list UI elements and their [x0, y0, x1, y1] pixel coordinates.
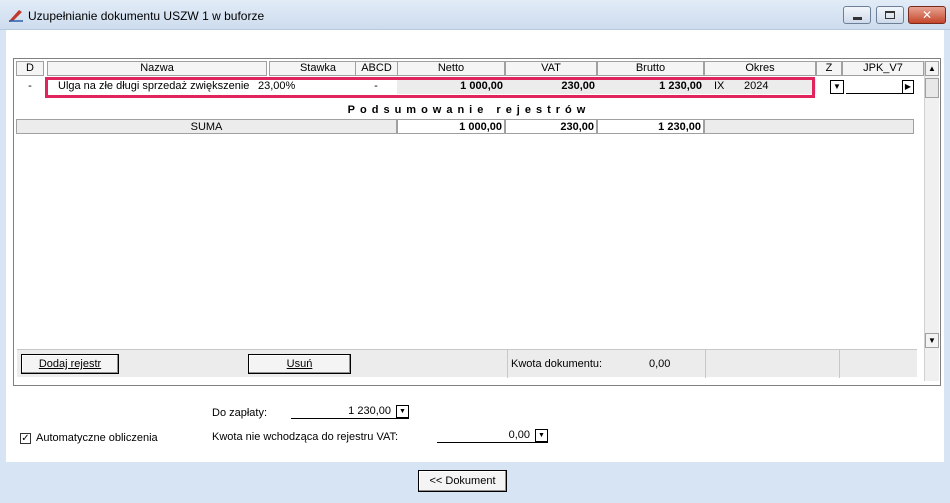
remove-label: Usuń	[286, 358, 313, 370]
chevron-down-icon: ▼	[833, 82, 841, 91]
do-zaplaty-field[interactable]: 1 230,00 ▼	[291, 405, 409, 419]
cell-d[interactable]: -	[16, 79, 44, 94]
summary-empty-cell	[704, 119, 914, 134]
row-highlight-box	[45, 77, 815, 98]
arrow-up-icon: ▲	[928, 64, 936, 73]
app-pen-icon	[9, 10, 23, 22]
kwota-nie-wchodzaca-label: Kwota nie wchodząca do rejestru VAT:	[212, 431, 399, 443]
minimize-button[interactable]	[843, 6, 871, 24]
dokument-button[interactable]: << Dokument	[418, 470, 507, 492]
divider	[839, 350, 840, 378]
header-okres[interactable]: Okres	[704, 61, 816, 76]
header-stawka[interactable]: Stawka	[269, 61, 367, 76]
auto-calc-checkbox[interactable]: ✓	[20, 433, 31, 444]
window-client-area: D Nazwa Stawka ABCD Netto VAT Brutto Okr…	[6, 30, 944, 497]
cell-jpk-v7[interactable]	[846, 79, 902, 94]
summary-title: Podsumowanie rejestrów	[347, 104, 591, 116]
chevron-right-icon: ▶	[904, 82, 912, 91]
scroll-down-button[interactable]: ▼	[925, 333, 939, 348]
close-button[interactable]: ✕	[908, 6, 946, 24]
doc-amount-label: Kwota dokumentu:	[511, 358, 603, 370]
do-zaplaty-dropdown[interactable]: ▼	[396, 405, 409, 418]
header-nazwa[interactable]: Nazwa	[47, 61, 267, 76]
vat-register-grid: D Nazwa Stawka ABCD Netto VAT Brutto Okr…	[13, 58, 941, 386]
kwota-dropdown[interactable]: ▼	[535, 429, 548, 442]
auto-calc-label: Automatyczne obliczenia	[36, 432, 158, 444]
doc-amount-value: 0,00	[649, 358, 671, 370]
add-register-label: Dodaj rejestr	[38, 358, 102, 370]
kwota-nie-wchodzaca-field[interactable]: 0,00 ▼	[437, 429, 548, 443]
grid-bottom-bar: Dodaj rejestr Usuń Kwota dokumentu: 0,00	[17, 349, 917, 378]
kwota-nie-wchodzaca-value: 0,00	[508, 429, 530, 441]
arrow-down-icon: ▼	[928, 336, 936, 345]
divider	[705, 350, 706, 378]
chevron-down-icon: ▼	[399, 408, 406, 415]
scroll-thumb[interactable]	[925, 78, 939, 98]
header-brutto[interactable]: Brutto	[597, 61, 704, 76]
header-netto[interactable]: Netto	[397, 61, 505, 76]
maximize-icon	[885, 11, 895, 19]
close-icon: ✕	[921, 8, 933, 22]
add-register-button[interactable]: Dodaj rejestr	[21, 354, 119, 374]
summary-netto: 1 000,00	[397, 119, 505, 134]
maximize-button[interactable]	[876, 6, 904, 24]
summary-vat: 230,00	[505, 119, 597, 134]
do-zaplaty-label: Do zapłaty:	[212, 407, 268, 419]
checkmark-icon: ✓	[21, 433, 30, 444]
do-zaplaty-value: 1 230,00	[348, 405, 391, 417]
summary-brutto: 1 230,00	[597, 119, 704, 134]
header-abcd[interactable]: ABCD	[355, 61, 398, 76]
jpk-v7-expand-button[interactable]: ▶	[902, 80, 914, 94]
title-bar: Uzupełnianie dokumentu USZW 1 w buforze …	[0, 0, 950, 30]
window-title: Uzupełnianie dokumentu USZW 1 w buforze	[28, 9, 265, 23]
remove-button[interactable]: Usuń	[248, 354, 351, 374]
divider	[507, 350, 508, 378]
minimize-icon	[852, 16, 862, 20]
header-d[interactable]: D	[16, 61, 44, 76]
header-z[interactable]: Z	[816, 61, 842, 76]
header-vat[interactable]: VAT	[505, 61, 597, 76]
header-jpk-v7[interactable]: JPK_V7	[842, 61, 924, 76]
z-dropdown-button[interactable]: ▼	[830, 80, 844, 94]
summary-label: SUMA	[16, 119, 397, 134]
scroll-up-button[interactable]: ▲	[925, 61, 939, 76]
vertical-scrollbar[interactable]: ▲ ▼	[924, 61, 939, 381]
footer-bar: << Dokument	[6, 462, 944, 497]
chevron-down-icon: ▼	[538, 432, 545, 439]
